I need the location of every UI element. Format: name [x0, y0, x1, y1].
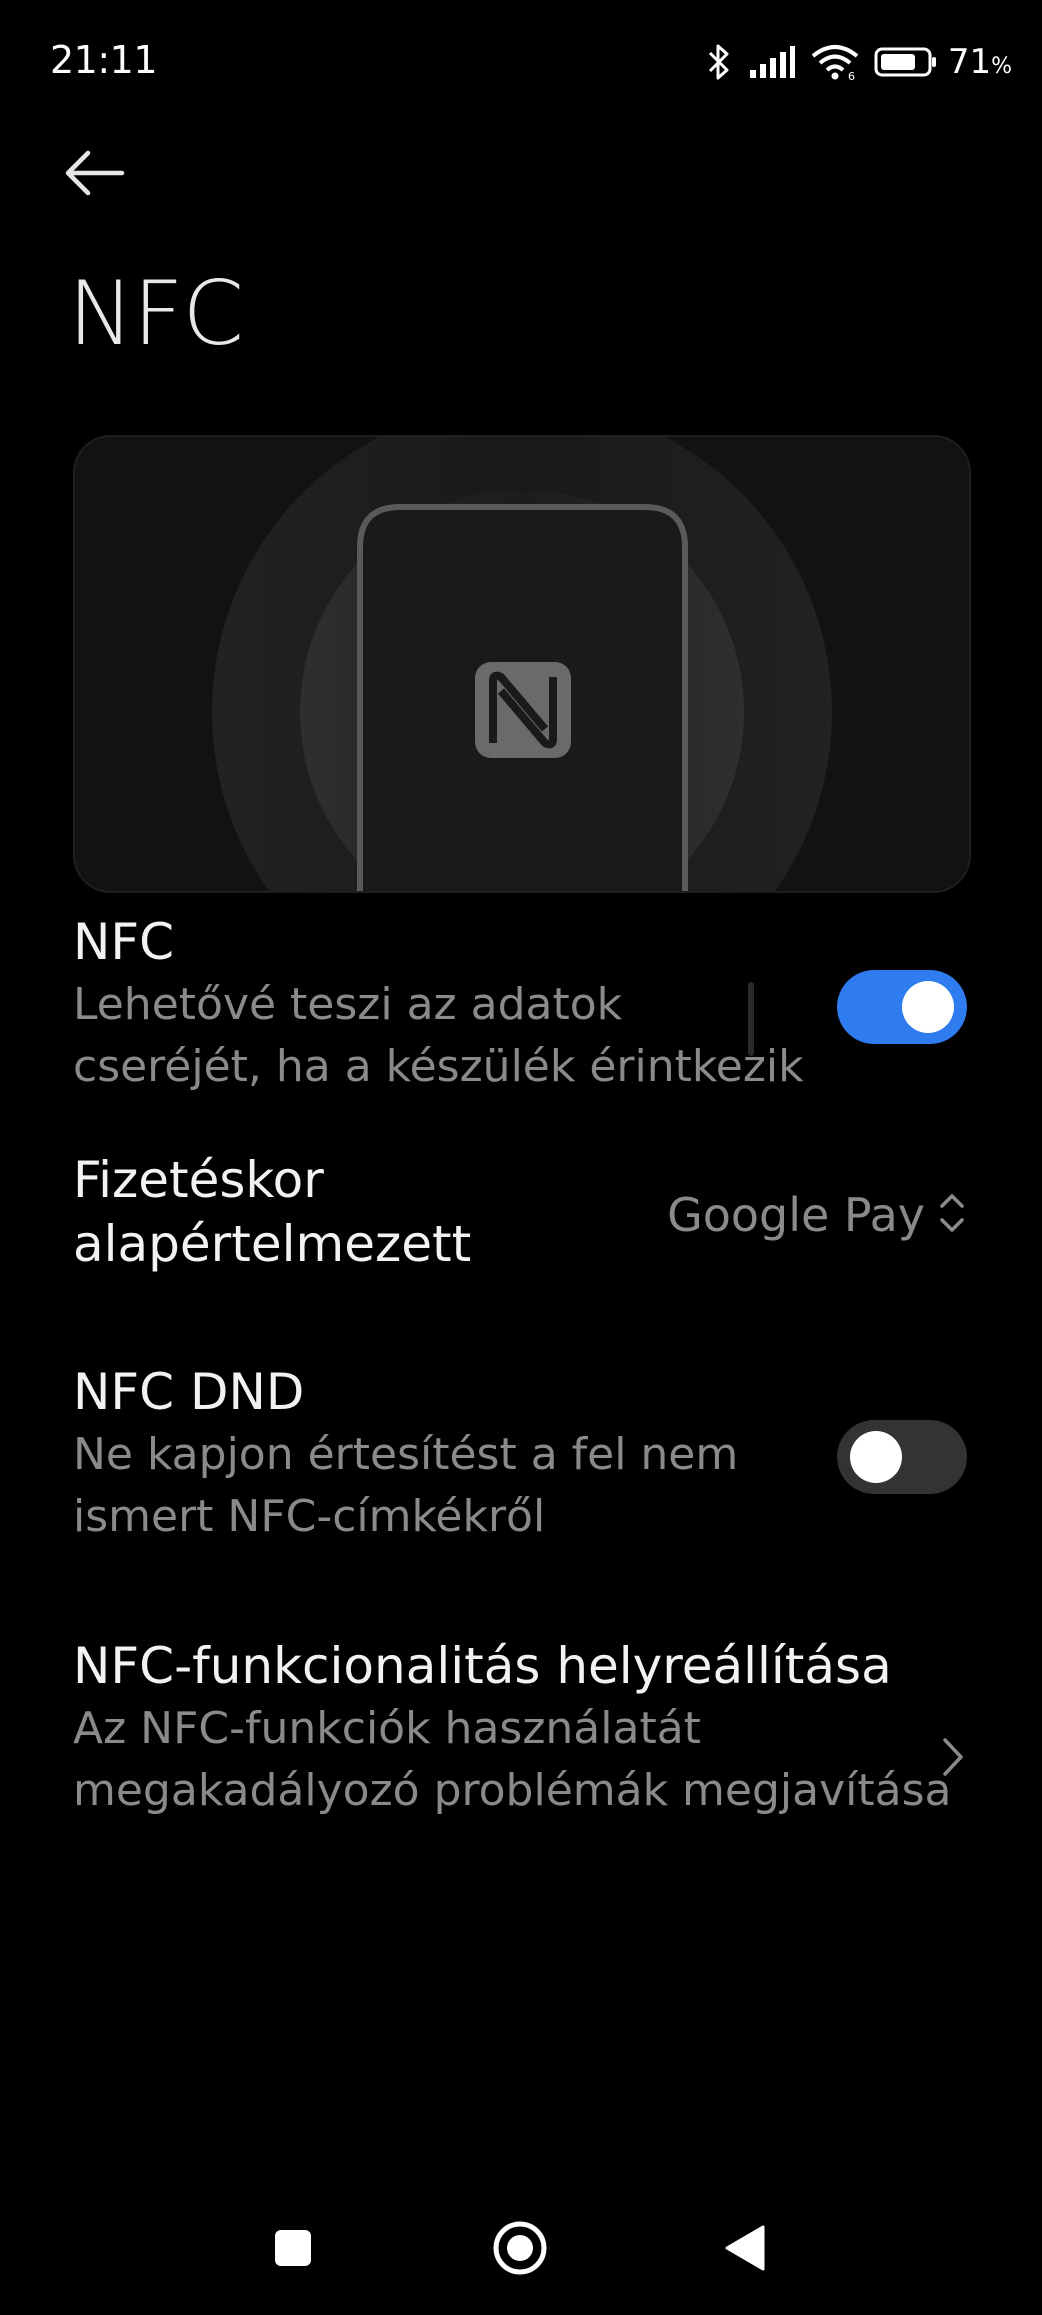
bluetooth-icon — [704, 42, 734, 82]
nfc-dnd-title: NFC DND — [73, 1363, 305, 1421]
nfc-restore-description-line2: megakadályozó problémák megjavítása — [73, 1765, 952, 1816]
payment-app-selector[interactable]: Google Pay — [667, 1188, 967, 1242]
nfc-toggle-knob — [902, 981, 954, 1033]
nfc-setting-description-line2: cseréjét, ha a készülék érintkezik — [73, 1041, 804, 1092]
up-down-chevron-icon — [937, 1188, 967, 1242]
wifi-icon: 6 — [810, 42, 860, 82]
nfc-restore-title: NFC-funkcionalitás helyreállítása — [73, 1637, 892, 1695]
status-time: 21:11 — [50, 38, 158, 82]
signal-icon — [748, 44, 796, 80]
nfc-phone-illustration — [75, 437, 969, 891]
nfc-setting-title: NFC — [73, 913, 175, 971]
battery-icon — [874, 46, 938, 78]
battery-percent: 71% — [947, 42, 1012, 82]
nfc-setting-description-line1: Lehetővé teszi az adatok — [73, 979, 623, 1030]
nfc-dnd-description-line2: ismert NFC-címkékről — [73, 1491, 546, 1542]
nfc-dnd-row[interactable]: NFC DND Ne kapjon értesítést a fel nem i… — [73, 1360, 967, 1560]
nfc-toggle[interactable] — [837, 970, 967, 1044]
nfc-dnd-description-line1: Ne kapjon értesítést a fel nem — [73, 1429, 739, 1480]
back-nav-button[interactable] — [700, 2200, 790, 2300]
back-triangle-icon — [723, 2223, 767, 2277]
nfc-logo-icon — [475, 662, 571, 758]
payment-default-row[interactable]: Fizetéskor alapértelmezett Google Pay — [73, 1148, 967, 1288]
nfc-restore-description-line1: Az NFC-funkciók használatát — [73, 1703, 701, 1754]
status-bar: 21:11 6 71% — [0, 0, 1042, 120]
navigation-bar — [0, 2200, 1042, 2310]
nfc-restore-row[interactable]: NFC-funkcionalitás helyreállítása Az NFC… — [73, 1634, 967, 1834]
home-button[interactable] — [475, 2200, 565, 2300]
nfc-setting-row[interactable]: NFC Lehetővé teszi az adatok cseréjét, h… — [73, 910, 967, 1110]
payment-app-value: Google Pay — [667, 1188, 925, 1242]
recents-icon — [273, 2228, 313, 2272]
page-title: NFC — [68, 262, 244, 365]
nfc-dnd-toggle[interactable] — [837, 1420, 967, 1494]
nfc-illustration — [73, 435, 971, 893]
recents-button[interactable] — [248, 2200, 338, 2300]
status-icons: 6 71% — [704, 40, 1012, 84]
back-arrow-icon — [62, 148, 126, 202]
chevron-right-icon — [937, 1732, 967, 1782]
home-icon — [490, 2218, 550, 2282]
scroll-indicator — [748, 982, 754, 1056]
back-button[interactable] — [62, 140, 148, 210]
nfc-dnd-toggle-knob — [850, 1431, 902, 1483]
svg-text:6: 6 — [848, 70, 855, 82]
